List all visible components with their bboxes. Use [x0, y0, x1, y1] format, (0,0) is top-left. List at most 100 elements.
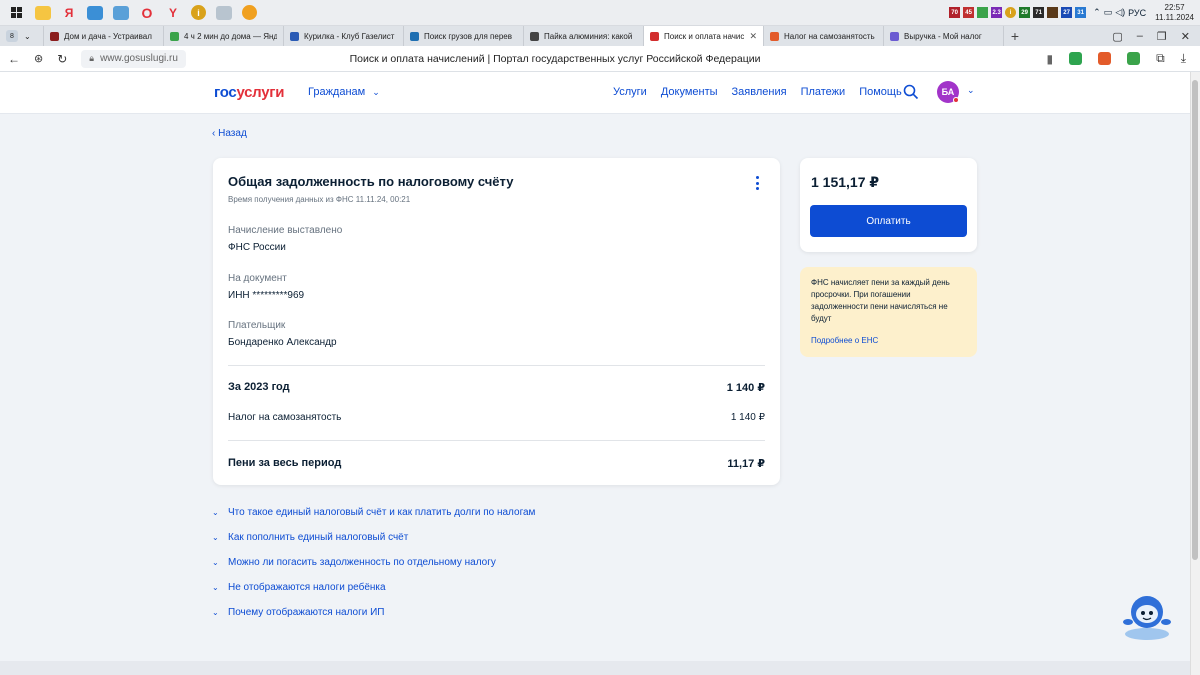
- clock-date: 11.11.2024: [1155, 12, 1194, 22]
- divider: [228, 440, 765, 441]
- faq-label: Можно ли погасить задолженность по отдел…: [228, 557, 496, 568]
- faq-label: Почему отображаются налоги ИП: [228, 607, 385, 618]
- scrollbar-thumb[interactable]: [1192, 80, 1198, 560]
- tray-chevron-icon[interactable]: ⌃: [1093, 7, 1101, 18]
- restore-icon[interactable]: ❐: [1157, 30, 1167, 43]
- tray-badge[interactable]: 27: [1061, 7, 1073, 18]
- url-field[interactable]: 🔒︎ www.gosuslugi.ru: [81, 49, 186, 68]
- yandex-browser-icon[interactable]: Y: [162, 3, 184, 23]
- issued-value: ФНС России: [228, 242, 286, 253]
- media-app-icon[interactable]: [216, 5, 232, 20]
- shield-extension-icon[interactable]: [1069, 52, 1083, 65]
- browser-tab[interactable]: Дом и дача - Устраивал: [44, 26, 164, 46]
- browser-tab[interactable]: Налог на самозанятость: [764, 26, 884, 46]
- nav-help[interactable]: Помощь: [859, 86, 902, 98]
- yandex-icon[interactable]: Я: [58, 3, 80, 23]
- faq-label: Что такое единый налоговый счёт и как пл…: [228, 507, 536, 518]
- info-app-icon[interactable]: i: [191, 5, 206, 20]
- pay-button[interactable]: Оплатить: [810, 205, 967, 237]
- robot-assistant-icon[interactable]: [1120, 592, 1174, 642]
- tray-info-icon[interactable]: i: [1005, 7, 1017, 18]
- chevron-left-icon: ‹: [212, 128, 216, 139]
- tray-badge[interactable]: 71: [1033, 7, 1045, 18]
- penalty-label: Пени за весь период: [228, 457, 342, 469]
- address-bar: ← ⊛ ↻ 🔒︎ www.gosuslugi.ru Поиск и оплата…: [0, 46, 1200, 72]
- tray-badge[interactable]: 29: [1019, 7, 1031, 18]
- payment-card: 1 151,17 ₽ Оплатить: [800, 158, 977, 252]
- tray-badge[interactable]: 70: [949, 7, 961, 18]
- windows-start-icon[interactable]: [6, 3, 28, 23]
- nav-payments[interactable]: Платежи: [801, 86, 846, 98]
- ens-more-link[interactable]: Подробнее о ЕНС: [811, 336, 878, 345]
- bookmarks-icon[interactable]: ▢: [1112, 30, 1122, 43]
- tab-groups-button[interactable]: 8 ⌄: [0, 26, 44, 46]
- gosuslugi-logo[interactable]: госуслуги: [214, 84, 284, 101]
- payer-value: Бондаренко Александр: [228, 337, 337, 348]
- nav-applications[interactable]: Заявления: [732, 86, 787, 98]
- new-tab-button[interactable]: +: [1004, 28, 1026, 44]
- search-icon[interactable]: [903, 84, 919, 100]
- tray-leaf-icon[interactable]: [977, 7, 989, 18]
- file-explorer-icon[interactable]: [35, 5, 51, 20]
- tab-favicon-icon: [770, 31, 779, 41]
- tab-favicon-icon: [50, 31, 59, 41]
- desktop-app-icon[interactable]: [87, 5, 103, 20]
- tax-type-amount: 1 140 ₽: [730, 412, 765, 423]
- site-header: госуслуги Гражданам ⌄ Услуги Документы З…: [0, 72, 1190, 114]
- nav-services[interactable]: Услуги: [613, 86, 647, 98]
- extensions-menu-icon[interactable]: ⧉: [1156, 51, 1165, 66]
- notification-dot: [953, 97, 959, 103]
- opera-icon[interactable]: O: [136, 3, 158, 23]
- chevron-down-icon[interactable]: ⌄: [967, 85, 975, 96]
- faq-item[interactable]: ⌄ Почему отображаются налоги ИП: [212, 607, 384, 618]
- chevron-down-icon: ⌄: [212, 583, 219, 592]
- browser-tab[interactable]: Пайка алюминия: какой: [524, 26, 644, 46]
- debt-title: Общая задолженность по налоговому счёту: [228, 174, 514, 189]
- faq-item[interactable]: ⌄ Что такое единый налоговый счёт и как п…: [212, 507, 535, 518]
- tab-favicon-icon: [650, 31, 659, 41]
- tab-label: Выручка - Мой налог: [904, 31, 982, 41]
- browser-tab[interactable]: 4 ч 2 мин до дома — Янд: [164, 26, 284, 46]
- logo-part-uslugi: услуги: [236, 84, 285, 101]
- payer-label: Плательщик: [228, 320, 286, 331]
- screen-icon[interactable]: [113, 5, 129, 20]
- language-indicator[interactable]: РУС: [1128, 8, 1146, 18]
- chevron-down-icon: ⌄: [212, 608, 219, 617]
- close-tab-icon[interactable]: ✕: [749, 31, 757, 42]
- tray-badge[interactable]: 31: [1075, 7, 1087, 18]
- faq-item[interactable]: ⌄ Не отображаются налоги ребёнка: [212, 582, 386, 593]
- chevron-down-icon: ⌄: [24, 31, 31, 41]
- faq-item[interactable]: ⌄ Как пополнить единый налоговый счёт: [212, 532, 408, 543]
- browser-tab[interactable]: Поиск и оплата начис ✕: [644, 26, 764, 46]
- volume-icon[interactable]: ◁): [1115, 7, 1125, 18]
- tray-badge[interactable]: 2.3: [991, 7, 1003, 18]
- minimize-icon[interactable]: –: [1137, 30, 1143, 43]
- back-arrow-icon[interactable]: ←: [8, 52, 20, 66]
- url-text: www.gosuslugi.ru: [100, 53, 178, 64]
- system-clock[interactable]: 22:57 11.11.2024: [1155, 3, 1194, 23]
- browser-tab[interactable]: Выручка - Мой налог: [884, 26, 1004, 46]
- tab-favicon-icon: [890, 31, 899, 41]
- downloads-icon[interactable]: ⤓: [1181, 51, 1186, 66]
- reload-icon[interactable]: ↻: [57, 52, 67, 66]
- protect-icon[interactable]: ⊛: [34, 52, 43, 65]
- extension-icon[interactable]: [1098, 52, 1112, 65]
- browser-tab[interactable]: Поиск грузов для перев: [404, 26, 524, 46]
- browser-tab[interactable]: Курилка - Клуб Газелист: [284, 26, 404, 46]
- back-link[interactable]: ‹ Назад: [212, 128, 247, 139]
- nav-documents[interactable]: Документы: [661, 86, 718, 98]
- system-tray: 70 45 2.3 i 29 71 27 31 ⌃ ▭ ◁) РУС 22:57…: [949, 3, 1200, 23]
- browser-app-icon[interactable]: [242, 5, 257, 20]
- role-selector[interactable]: Гражданам ⌄: [308, 86, 380, 98]
- more-options-icon[interactable]: [754, 176, 760, 190]
- tray-badge[interactable]: 45: [963, 7, 975, 18]
- adblock-extension-icon[interactable]: [1127, 52, 1141, 65]
- close-icon[interactable]: ✕: [1181, 30, 1190, 43]
- network-icon[interactable]: ▭: [1104, 7, 1113, 18]
- chevron-down-icon: ⌄: [212, 533, 219, 542]
- logo-part-gos: гос: [214, 84, 237, 101]
- bookmark-icon[interactable]: ▮: [1047, 52, 1054, 66]
- faq-item[interactable]: ⌄ Можно ли погасить задолженность по отде…: [212, 557, 496, 568]
- tray-app-icon[interactable]: [1047, 7, 1059, 18]
- page-footer-strip: [0, 661, 1190, 675]
